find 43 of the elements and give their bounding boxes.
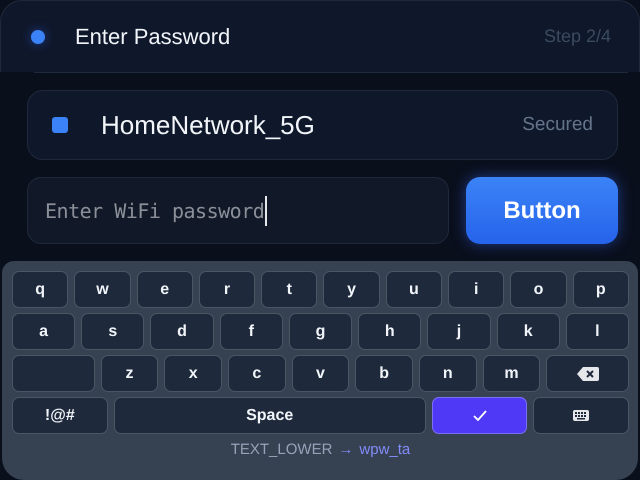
letter-key[interactable]: n	[418, 355, 477, 392]
letter-key[interactable]: a	[12, 313, 76, 350]
letter-key[interactable]: z	[100, 355, 158, 392]
letter-key[interactable]: w	[74, 271, 131, 308]
letter-key[interactable]: h	[358, 313, 422, 350]
checkmark-icon	[472, 410, 487, 421]
letter-key[interactable]: q	[12, 271, 68, 308]
letter-key[interactable]: i	[448, 271, 504, 308]
letter-key[interactable]: f	[220, 313, 283, 350]
status-dot	[31, 30, 45, 44]
letter-key[interactable]: y	[323, 271, 380, 308]
letter-key[interactable]: j	[427, 313, 491, 350]
password-field[interactable]: Enter WiFi password	[27, 177, 449, 244]
backspace-icon	[576, 366, 599, 380]
backspace-key[interactable]	[546, 355, 629, 392]
letter-key[interactable]: p	[572, 271, 629, 308]
letter-key[interactable]: r	[198, 271, 256, 308]
letter-key[interactable]: s	[81, 313, 144, 350]
page-title: Enter Password	[75, 24, 230, 50]
network-name: HomeNetwork_5G	[101, 110, 315, 140]
symbols-key[interactable]: !@#	[12, 397, 108, 434]
letter-key[interactable]: t	[261, 271, 318, 308]
space-key[interactable]: Space	[114, 397, 426, 434]
hide-keyboard-key[interactable]	[533, 397, 629, 434]
letter-key[interactable]: v	[292, 355, 350, 392]
letter-key[interactable]: m	[482, 355, 540, 392]
arrow-glyph: →	[338, 441, 354, 458]
keyboard-icon	[573, 410, 590, 421]
keyboard-mode: TEXT_LOWER	[230, 441, 332, 458]
letter-key[interactable]: u	[386, 271, 442, 308]
letter-key[interactable]: b	[355, 355, 413, 392]
letter-key[interactable]: o	[510, 271, 567, 308]
letter-key[interactable]: l	[566, 313, 629, 350]
letter-key[interactable]: g	[288, 313, 352, 350]
letter-key[interactable]: e	[136, 271, 193, 308]
network-icon	[52, 117, 68, 133]
security-status: Secured	[522, 114, 593, 136]
letter-key[interactable]: c	[228, 355, 286, 392]
letter-key[interactable]: d	[150, 313, 214, 350]
target-field-id: wpw_ta	[359, 441, 410, 458]
letter-key[interactable]: k	[496, 313, 560, 350]
submit-button[interactable]: Button	[466, 177, 618, 244]
letter-key[interactable]: x	[164, 355, 222, 392]
